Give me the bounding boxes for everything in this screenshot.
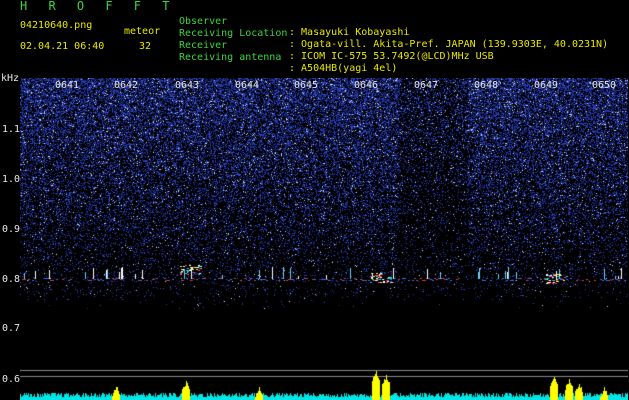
meteor-count: 32 (139, 41, 152, 52)
location-value: : Ogata-vill. Akita-Pref. JAPAN (139.930… (289, 39, 609, 50)
header-panel: H R O F F T 04210640.png meteor 02.04.21… (0, 0, 629, 78)
x-tick-0650: 0650 (591, 80, 617, 91)
x-tick-0647: 0647 (413, 80, 439, 91)
observer-value: : Masayuki Kobayashi (289, 27, 410, 38)
x-tick-0642: 0642 (113, 80, 139, 91)
x-tick-0645: 0645 (293, 80, 319, 91)
y-tick-0.7: 0.7 (2, 323, 21, 334)
y-tick-1.1: 1.1 (2, 124, 21, 135)
y-tick-1.0: 1.0 (2, 174, 21, 185)
y-tick-0.9: 0.9 (2, 224, 21, 235)
filename: 04210640.png (20, 20, 93, 31)
receiver-value: : ICOM IC-575 53.7492(@LCD)MHz USB (289, 51, 494, 62)
datetime: 02.04.21 06:40 (20, 41, 105, 52)
app-title: H R O F F T (20, 0, 177, 13)
unit-label: kHz (1, 73, 20, 84)
y-tick-0.6: 0.6 (2, 374, 21, 385)
x-tick-0643: 0643 (174, 80, 200, 91)
x-tick-0644: 0644 (234, 80, 260, 91)
x-tick-0641: 0641 (54, 80, 80, 91)
antenna-value: : A504HB(yagi 4el) (289, 63, 398, 74)
x-tick-0646: 0646 (353, 80, 379, 91)
antenna-label: Receiving antenna (179, 52, 282, 63)
y-tick-0.8: 0.8 (2, 274, 21, 285)
meteor-label: meteor (124, 26, 161, 37)
x-tick-0649: 0649 (533, 80, 559, 91)
x-tick-0648: 0648 (473, 80, 499, 91)
spectrogram (20, 78, 628, 400)
